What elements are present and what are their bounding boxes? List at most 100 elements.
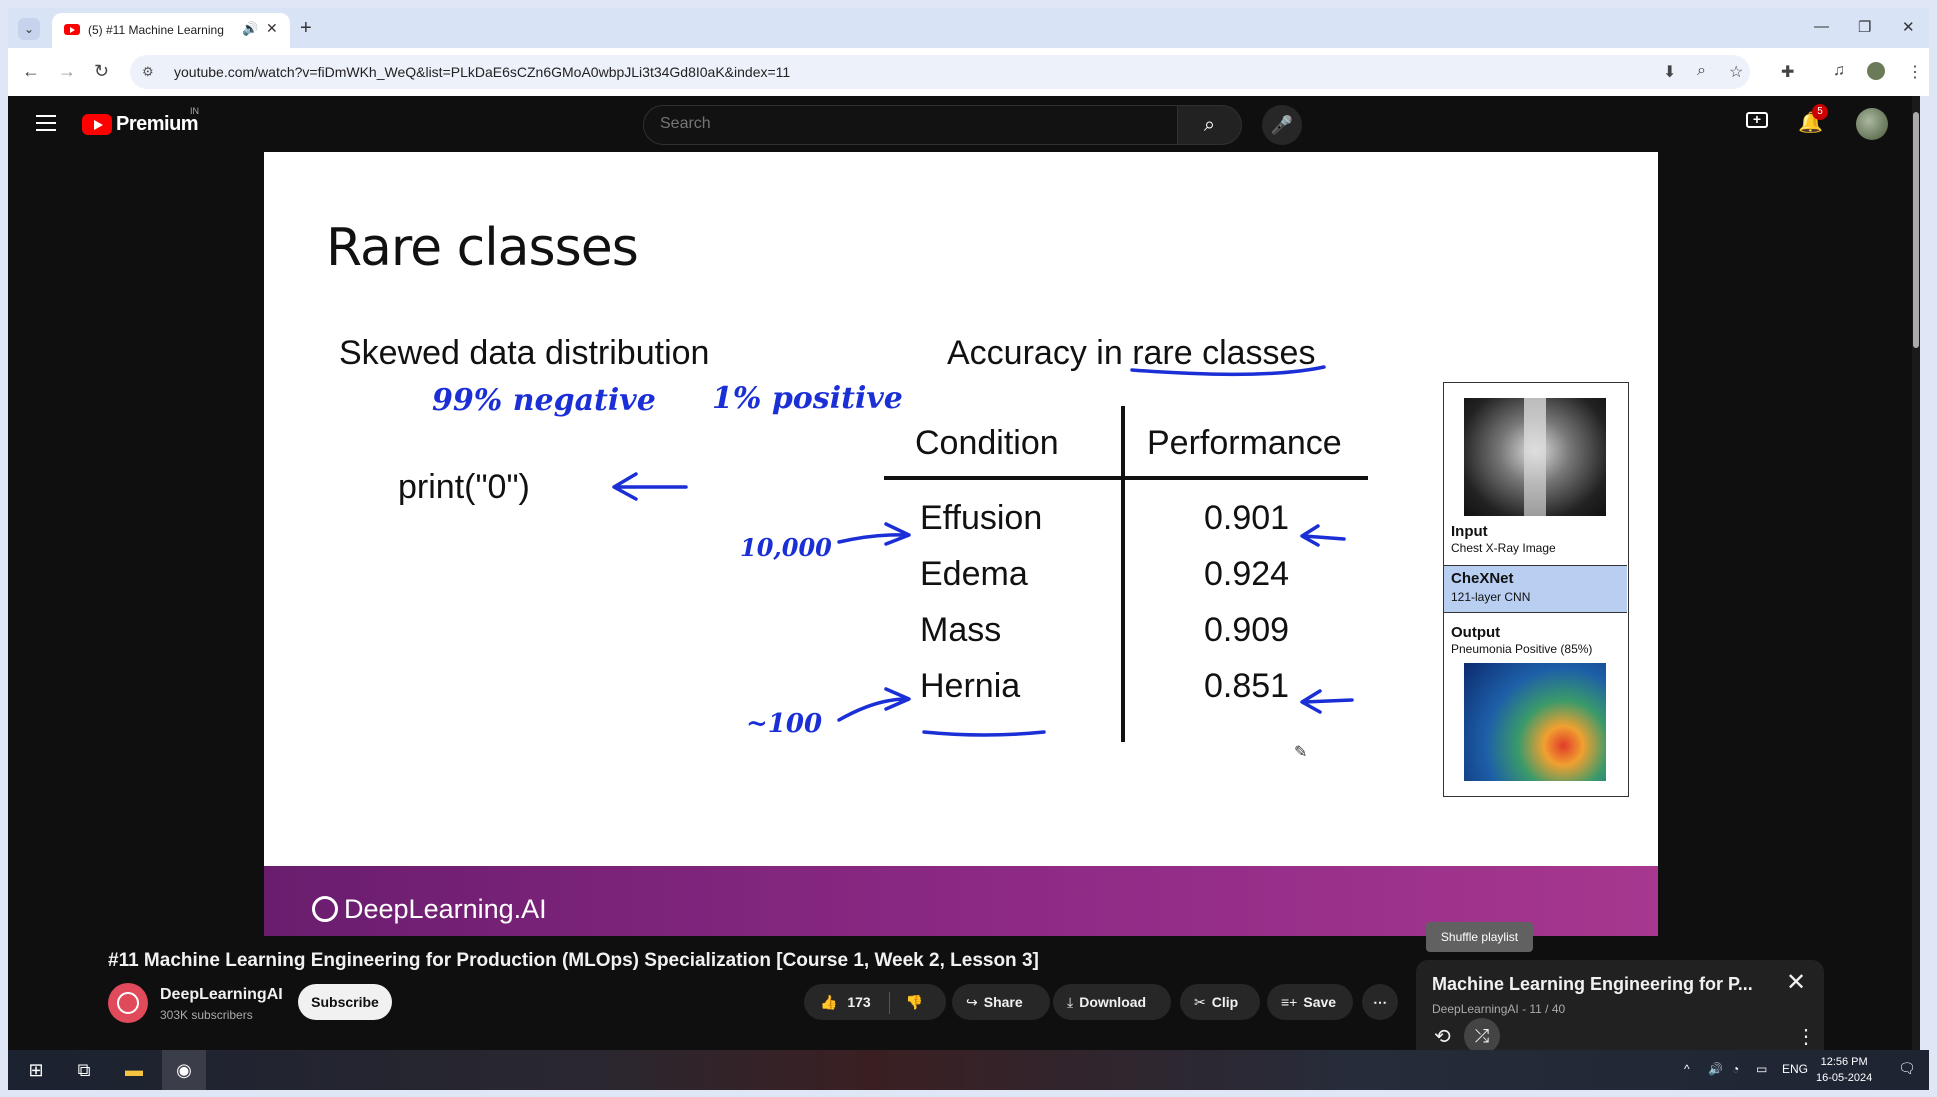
panel-model-label: CheXNet: [1451, 570, 1514, 587]
panel-output-label: Output: [1451, 624, 1501, 641]
tab-search-chevron-icon[interactable]: ⌄: [18, 18, 40, 40]
search-box[interactable]: [643, 105, 1178, 145]
video-player[interactable]: Rare classes Skewed data distribution Ac…: [264, 152, 1658, 936]
scrollbar-thumb[interactable]: [1913, 112, 1919, 348]
download-button[interactable]: ⤓ Download: [1053, 984, 1171, 1020]
account-avatar[interactable]: [1856, 108, 1888, 140]
create-video-icon[interactable]: +: [1746, 112, 1768, 128]
forward-icon[interactable]: →: [58, 61, 76, 82]
search-input[interactable]: [660, 115, 1140, 133]
search-icon[interactable]: ⌕: [1178, 105, 1242, 145]
tray-chevron-icon[interactable]: ^: [1684, 1062, 1690, 1076]
save-label: Save: [1303, 994, 1337, 1010]
logo-text: Premium: [116, 113, 199, 135]
handwriting-hernia-count: ~100: [746, 709, 822, 739]
handwriting-positive: 1% positive: [712, 381, 903, 416]
reload-icon[interactable]: ↻: [94, 61, 109, 82]
bookmark-star-icon[interactable]: ☆: [1729, 62, 1743, 82]
back-icon[interactable]: ←: [22, 61, 40, 82]
clock[interactable]: 12:56 PM 16-05-2024: [1816, 1054, 1872, 1086]
channel-name[interactable]: DeepLearningAI: [160, 986, 283, 1004]
chexnet-panel: Input Chest X-Ray Image CheXNet 121-laye…: [1443, 382, 1629, 797]
page-scrollbar[interactable]: [1912, 96, 1920, 1050]
share-label: Share: [983, 994, 1023, 1010]
notification-center-icon[interactable]: 🗨: [1898, 1060, 1916, 1077]
panel-input-sub: Chest X-Ray Image: [1451, 541, 1556, 555]
notification-badge: 5: [1812, 104, 1828, 120]
more-actions-icon[interactable]: ⋯: [1362, 984, 1398, 1020]
volume-icon[interactable]: 🔊: [1708, 1062, 1723, 1076]
panel-input-label: Input: [1451, 523, 1488, 540]
like-dislike-group: 👍 173 👎: [804, 984, 946, 1020]
shuffle-tooltip: Shuffle playlist: [1426, 922, 1533, 952]
window-close-icon[interactable]: ✕: [1902, 18, 1915, 36]
screen: ⌄ (5) #11 Machine Learning E 🔊 ✕ + — ❐ ✕…: [0, 0, 1937, 1097]
underline-hernia: [922, 730, 1046, 737]
scissors-icon: ✂: [1194, 994, 1206, 1010]
browser-tab-active[interactable]: (5) #11 Machine Learning E 🔊 ✕: [52, 13, 290, 48]
windows-start-icon[interactable]: ⊞: [16, 1050, 56, 1090]
task-view-icon[interactable]: ⧉: [64, 1050, 104, 1090]
channel-subscribers: 303K subscribers: [160, 1008, 253, 1022]
minimize-icon[interactable]: —: [1814, 18, 1829, 35]
playlist-close-icon[interactable]: ✕: [1786, 968, 1806, 997]
language-indicator[interactable]: ENG: [1782, 1062, 1808, 1076]
extensions-icon[interactable]: ✚: [1781, 62, 1794, 82]
underline-rare-classes: [1130, 365, 1326, 377]
file-explorer-icon[interactable]: ▬: [114, 1050, 154, 1090]
share-icon: ↪: [966, 994, 978, 1010]
address-bar[interactable]: ⚙ youtube.com/watch?v=fiDmWKh_WeQ&list=P…: [130, 55, 1750, 89]
pen-cursor-icon: ✎: [1294, 744, 1307, 761]
url-text: youtube.com/watch?v=fiDmWKh_WeQ&list=PLk…: [174, 64, 791, 80]
restore-icon[interactable]: ❐: [1858, 18, 1871, 36]
youtube-play-icon: [82, 114, 112, 135]
arrow-hernia-score: [1300, 689, 1354, 714]
clip-label: Clip: [1211, 994, 1239, 1010]
media-control-icon[interactable]: ♫: [1833, 62, 1845, 80]
slide-brand: DeepLearning.AI: [344, 894, 547, 924]
playlist-subtitle: DeepLearningAI - 11 / 40: [1432, 1002, 1566, 1016]
playlist-more-icon[interactable]: ⋮: [1796, 1024, 1816, 1049]
video-title: #11 Machine Learning Engineering for Pro…: [108, 950, 1039, 971]
deeplearning-logo-icon: [312, 896, 338, 922]
chrome-menu-icon[interactable]: ⋮: [1907, 62, 1923, 82]
panel-model-box: CheXNet 121-layer CNN: [1444, 565, 1627, 613]
like-count[interactable]: 173: [847, 994, 870, 1010]
wifi-icon[interactable]: ◔: [1732, 1062, 1739, 1076]
windows-taskbar: ⊞ ⧉ ▬ ◉ ^ 🔊 ◔ ▭ ENG 12:56 PM 16-05-2024 …: [8, 1050, 1929, 1090]
clock-time: 12:56 PM: [1820, 1056, 1868, 1068]
profile-avatar[interactable]: [1867, 62, 1885, 80]
download-icon: ⤓: [1067, 994, 1074, 1010]
chrome-taskbar-icon[interactable]: ◉: [162, 1050, 206, 1090]
playlist-title[interactable]: Machine Learning Engineering for P...: [1432, 974, 1762, 995]
shuffle-icon[interactable]: ⤮: [1464, 1018, 1500, 1054]
channel-avatar[interactable]: [108, 983, 148, 1023]
playlist-panel: Machine Learning Engineering for P... De…: [1416, 960, 1824, 1056]
clip-button[interactable]: ✂ Clip: [1180, 984, 1260, 1020]
chest-xray-image: [1464, 398, 1606, 516]
arrow-to-print: [612, 472, 688, 501]
share-button[interactable]: ↪ Share: [952, 984, 1050, 1020]
arrow-to-effusion: [837, 522, 911, 546]
thumbs-down-icon[interactable]: 👎: [905, 994, 922, 1010]
tab-close-icon[interactable]: ✕: [266, 20, 278, 37]
battery-icon[interactable]: ▭: [1756, 1062, 1767, 1076]
arrow-to-hernia: [837, 687, 911, 722]
install-app-icon[interactable]: ⬇: [1663, 62, 1676, 82]
zoom-icon[interactable]: ⌕: [1697, 62, 1706, 80]
microphone-icon[interactable]: 🎤: [1262, 105, 1302, 145]
menu-icon[interactable]: [36, 115, 56, 131]
country-code: IN: [190, 106, 199, 116]
panel-output-sub: Pneumonia Positive (85%): [1451, 642, 1593, 656]
site-info-icon[interactable]: ⚙: [142, 64, 154, 80]
subscribe-button[interactable]: Subscribe: [298, 984, 392, 1020]
browser-toolbar: ← → ↻ ⚙ youtube.com/watch?v=fiDmWKh_WeQ&…: [8, 48, 1929, 96]
speaker-icon[interactable]: 🔊: [242, 21, 258, 37]
tab-title: (5) #11 Machine Learning E: [88, 23, 228, 37]
new-tab-icon[interactable]: +: [300, 18, 312, 38]
youtube-page: Premium IN ⌕ 🎤 + 🔔 5 Rare classes Skewed…: [8, 96, 1920, 1056]
loop-icon[interactable]: ⟲: [1434, 1024, 1451, 1049]
handwriting-negative: 99% negative: [432, 383, 656, 418]
save-button[interactable]: ≡+ Save: [1267, 984, 1353, 1020]
thumbs-up-icon[interactable]: 👍: [820, 994, 837, 1010]
